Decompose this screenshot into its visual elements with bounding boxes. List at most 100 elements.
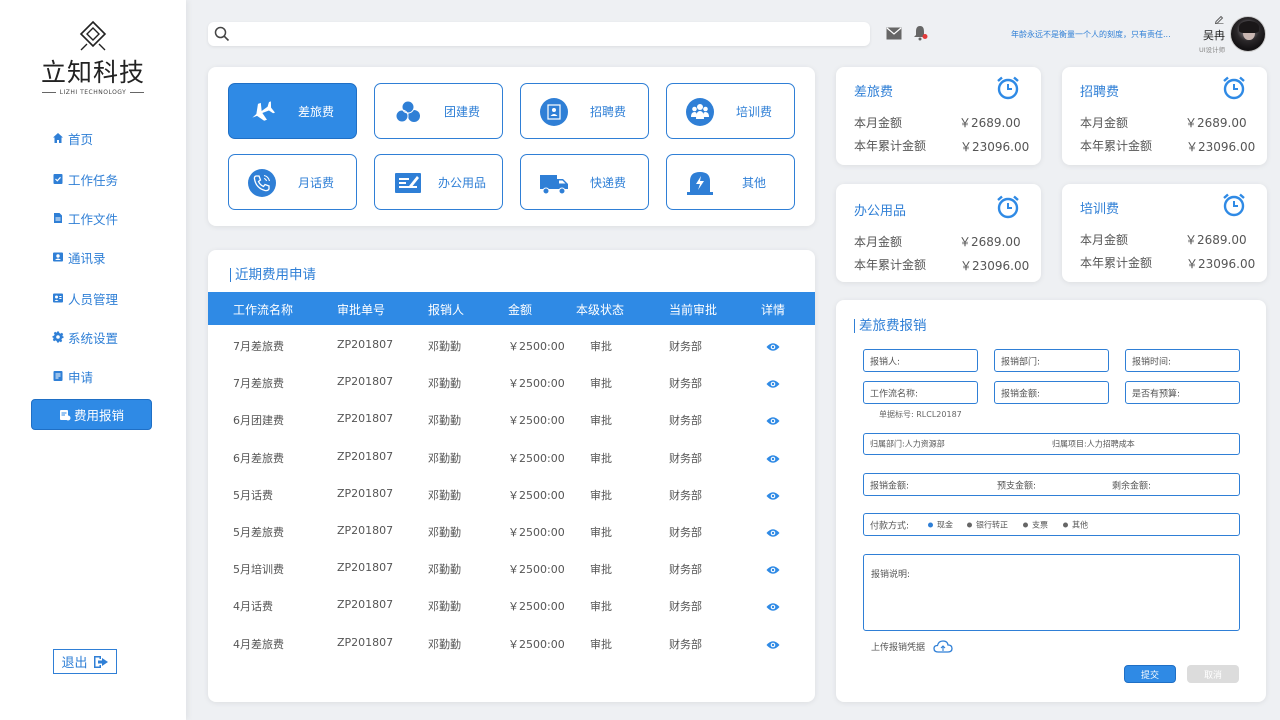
eye-icon[interactable] xyxy=(766,565,780,575)
sidebar-item-staff[interactable]: 人员管理 xyxy=(52,285,118,311)
stat-value: ￥2689.00 xyxy=(1185,233,1247,247)
stat-card-recruit: 招聘费 本月金额 ￥2689.00 本年累计金额 ￥23096.00 xyxy=(1062,67,1267,165)
stat-label: 本月金额 xyxy=(1080,233,1129,247)
sidebar-item-label: 人员管理 xyxy=(68,291,119,307)
department-field[interactable]: 报销部门: xyxy=(994,349,1109,372)
amount-summary-field[interactable]: 报销金额: 预支金额: 剩余金额: xyxy=(863,473,1240,496)
eye-icon[interactable] xyxy=(766,342,780,352)
table-cell: ￥2500:00 xyxy=(508,488,565,502)
sidebar-item-tasks[interactable]: 工作任务 xyxy=(52,166,118,192)
sidebar-item-home[interactable]: 首页 xyxy=(52,125,93,151)
category-phone[interactable]: 月话费 xyxy=(228,154,357,210)
sidebar-item-contacts[interactable]: 通讯录 xyxy=(52,244,106,270)
upload-receipt[interactable]: 上传报销凭据 xyxy=(871,640,953,653)
eye-icon[interactable] xyxy=(766,379,780,389)
table-header: 工作流名称 审批单号 报销人 金额 本级状态 当前审批 详情 xyxy=(208,292,815,325)
eye-icon[interactable] xyxy=(766,602,780,612)
eye-icon[interactable] xyxy=(766,491,780,501)
column-header: 本级状态 xyxy=(576,303,625,317)
table-cell: 邓勤勤 xyxy=(428,340,461,353)
stat-title: 招聘费 xyxy=(1080,85,1120,100)
sidebar-item-settings[interactable]: 系统设置 xyxy=(52,324,118,350)
avatar[interactable] xyxy=(1230,16,1266,52)
table-row: 7月差旅费 ZP201807 邓勤勤 ￥2500:00 审批 财务部 xyxy=(208,328,815,365)
edit-icon[interactable] xyxy=(1215,15,1224,24)
table-cell: 财务部 xyxy=(669,451,702,465)
table-cell: ￥2500:00 xyxy=(508,340,565,353)
eye-icon[interactable] xyxy=(766,416,780,426)
description-textarea[interactable]: 报销说明: xyxy=(863,554,1240,631)
category-office[interactable]: 办公用品 xyxy=(374,154,503,210)
gear-icon xyxy=(52,331,64,343)
category-other[interactable]: 其他 xyxy=(666,154,795,210)
table-cell: 审批 xyxy=(590,526,612,539)
eye-icon[interactable] xyxy=(766,528,780,538)
category-express[interactable]: 快递费 xyxy=(520,154,649,210)
category-training[interactable]: 培训费 xyxy=(666,83,795,139)
logo: 立知科技 LIZHI TECHNOLOGY xyxy=(0,20,186,96)
motto-text: 年龄永远不是衡量一个人的刻度，只有责任... xyxy=(1011,30,1171,39)
cloud-upload-icon[interactable] xyxy=(933,640,953,653)
table-row: 5月差旅费 ZP201807 邓勤勤 ￥2500:00 审批 财务部 xyxy=(208,514,815,551)
file-icon xyxy=(54,213,62,223)
payment-option-bank[interactable]: 银行转正 xyxy=(967,519,1008,530)
table-cell: 审批 xyxy=(590,451,612,465)
category-label: 差旅费 xyxy=(297,104,334,119)
other-icon xyxy=(687,172,713,195)
cancel-button[interactable]: 取消 xyxy=(1187,665,1239,683)
applicant-field[interactable]: 报销人: xyxy=(863,349,978,372)
belong-field[interactable]: 归属部门:人力资源部 归属项目:人力招聘成本 xyxy=(863,433,1240,455)
eye-icon[interactable] xyxy=(766,454,780,464)
bell-icon[interactable] xyxy=(913,25,928,41)
column-header: 当前审批 xyxy=(669,303,718,317)
payment-option-cash[interactable]: 现金 xyxy=(928,519,953,530)
logout-icon xyxy=(93,655,108,668)
table-cell: 5月话费 xyxy=(233,488,273,502)
table-cell: 5月培训费 xyxy=(233,563,284,577)
table-cell: 6月团建费 xyxy=(233,414,284,428)
table-row: 5月培训费 ZP201807 邓勤勤 ￥2500:00 审批 财务部 xyxy=(208,551,815,588)
logout-label: 退出 xyxy=(61,656,88,671)
payment-option-other[interactable]: 其他 xyxy=(1063,519,1088,530)
contacts-icon xyxy=(53,252,63,262)
payment-option-cheque[interactable]: 支票 xyxy=(1023,519,1048,530)
table-cell: 财务部 xyxy=(669,637,702,651)
table-cell: ZP201807 xyxy=(337,338,394,351)
category-recruit[interactable]: 招聘费 xyxy=(520,83,649,139)
table-cell: ZP201807 xyxy=(337,412,394,426)
amount-field[interactable]: 报销金额: xyxy=(994,381,1109,404)
table-row: 4月差旅费 ZP201807 邓勤勤 ￥2500:00 审批 财务部 xyxy=(208,626,815,663)
table-cell: 财务部 xyxy=(669,563,702,577)
alarm-clock-icon xyxy=(997,76,1019,100)
budget-field[interactable]: 是否有预算: xyxy=(1125,381,1240,404)
search-input[interactable] xyxy=(236,25,856,43)
stat-value: ￥2689.00 xyxy=(1185,116,1247,130)
stat-value: ￥23096.00 xyxy=(960,140,1030,154)
table-cell: ￥2500:00 xyxy=(508,637,565,651)
category-team[interactable]: 团建费 xyxy=(374,83,503,139)
sidebar-item-files[interactable]: 工作文件 xyxy=(52,205,118,231)
sidebar-item-apply[interactable]: 申请 xyxy=(52,363,93,389)
logout-button[interactable]: 退出 xyxy=(53,649,117,674)
category-travel[interactable]: 差旅费 xyxy=(228,83,357,139)
submit-button[interactable]: 提交 xyxy=(1124,665,1176,683)
time-field[interactable]: 报销时间: xyxy=(1125,349,1240,372)
mail-icon[interactable] xyxy=(886,27,902,40)
table-cell: 7月差旅费 xyxy=(233,377,284,391)
table-row: 6月差旅费 ZP201807 邓勤勤 ￥2500:00 审批 财务部 xyxy=(208,440,815,477)
table-cell: 财务部 xyxy=(669,488,702,502)
task-icon xyxy=(53,174,63,184)
table-cell: 审批 xyxy=(590,377,612,391)
workflow-name-field[interactable]: 工作流名称: xyxy=(863,381,978,404)
table-cell: 财务部 xyxy=(669,340,702,353)
alarm-clock-icon xyxy=(1223,193,1245,217)
sidebar-item-expense[interactable]: 费用报销 xyxy=(31,399,152,430)
document-number: 单据标号: RLCL20187 xyxy=(879,410,962,419)
table-cell: 审批 xyxy=(590,488,612,502)
stat-card-travel: 差旅费 本月金额 ￥2689.00 本年累计金额 ￥23096.00 xyxy=(836,67,1041,165)
sidebar-item-label: 费用报销 xyxy=(73,408,124,423)
sidebar-item-label: 工作文件 xyxy=(68,211,119,227)
search-icon[interactable] xyxy=(214,26,230,42)
staff-icon xyxy=(53,293,63,303)
eye-icon[interactable] xyxy=(766,640,780,650)
